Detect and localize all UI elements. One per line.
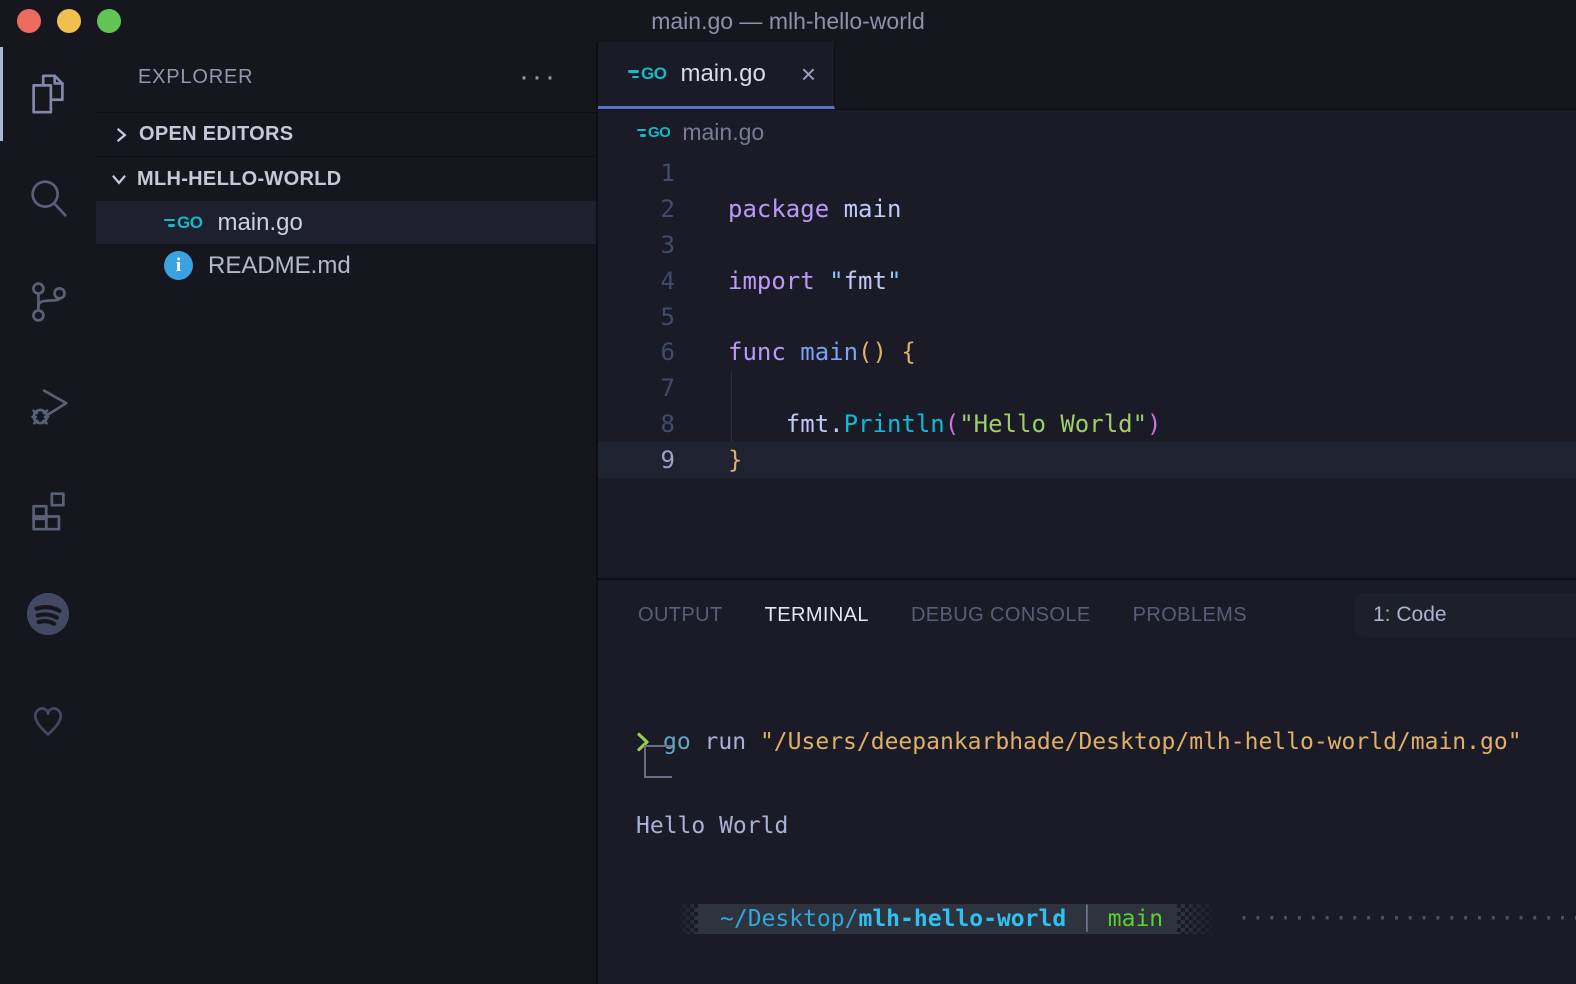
line-number: 9: [660, 446, 675, 475]
file-name: main.go: [217, 208, 303, 236]
activity-source-control[interactable]: [0, 250, 96, 354]
bottom-panel: OUTPUT TERMINAL DEBUG CONSOLE PROBLEMS 1: C…: [598, 578, 1576, 984]
line-text: fmt.Println("Hello World"): [728, 410, 1162, 439]
code-line[interactable]: 9}: [598, 442, 1576, 479]
window-title: main.go — mlh-hello-world: [651, 7, 925, 34]
panel-tab-terminal[interactable]: TERMINAL: [765, 604, 869, 627]
line-text: import "fmt": [728, 266, 902, 295]
section-open-editors[interactable]: OPEN EDITORS: [96, 112, 596, 157]
tab-main-go[interactable]: GO main.go ×: [598, 42, 835, 109]
activity-explorer[interactable]: [0, 42, 96, 146]
chevron-right-icon: [116, 127, 127, 142]
line-number: 3: [660, 230, 675, 259]
code-line[interactable]: 8 fmt.Println("Hello World"): [598, 406, 1576, 442]
files-icon: [32, 74, 64, 114]
line-number: 8: [660, 410, 675, 439]
terminal-output-line: Hello World: [636, 813, 789, 839]
code-line[interactable]: 5: [598, 299, 1576, 335]
line-number: 1: [660, 158, 675, 187]
file-item-readme[interactable]: i README.md: [96, 244, 596, 287]
titlebar: main.go — mlh-hello-world: [0, 0, 1576, 42]
activity-spotify[interactable]: [0, 562, 96, 666]
line-number: 2: [660, 194, 675, 223]
prompt-segment: ~/Desktop/mlh-hello-world │ main: [698, 904, 1178, 934]
panel-tab-problems[interactable]: PROBLEMS: [1133, 604, 1247, 627]
line-number: 7: [660, 374, 675, 403]
source-control-icon: [32, 282, 66, 322]
panel-tab-debug-console[interactable]: DEBUG CONSOLE: [911, 604, 1091, 627]
file-name: README.md: [208, 251, 351, 279]
terminal-selector-dropdown[interactable]: 1: Code: [1355, 593, 1576, 637]
minimize-window-button[interactable]: [57, 9, 81, 33]
code-line[interactable]: 2 package main: [598, 191, 1576, 227]
heart-icon: [34, 707, 62, 736]
more-actions-icon[interactable]: ···: [519, 62, 558, 92]
activity-search[interactable]: [0, 146, 96, 250]
spotify-icon: [26, 592, 70, 636]
info-icon: i: [164, 251, 193, 280]
code-line[interactable]: 3: [598, 227, 1576, 263]
activity-run-debug[interactable]: [0, 354, 96, 458]
extensions-icon: [32, 492, 65, 531]
go-icon: GO: [637, 124, 671, 141]
editor-region: GO main.go × GO main.go 1 2 package main 3 4…: [598, 42, 1576, 984]
segment-fade-right: [1177, 904, 1226, 934]
activity-liked-songs[interactable]: [0, 666, 96, 770]
tab-label: main.go: [680, 60, 766, 87]
line-number: 6: [660, 338, 675, 367]
code-line[interactable]: 1: [598, 155, 1576, 191]
cwd-folder: mlh-hello-world: [858, 906, 1067, 932]
run-debug-icon: [31, 389, 68, 425]
line-text: func main() {: [728, 338, 916, 367]
go-icon: GO: [628, 64, 667, 84]
prompt-fill-dots: ·························: [1237, 906, 1576, 932]
go-icon: GO: [164, 213, 203, 233]
sidebar-title: EXPLORER: [138, 65, 254, 88]
terminal-command-line: go run "/Users/deepankarbhade/Desktop/ml…: [636, 728, 1576, 756]
prompt-connector: [644, 745, 672, 778]
activity-extensions[interactable]: [0, 458, 96, 562]
git-branch: main: [1107, 906, 1164, 932]
segment-fade-left: [678, 904, 698, 934]
line-number: 5: [660, 302, 675, 331]
panel-tab-output[interactable]: OUTPUT: [638, 604, 723, 627]
code-line[interactable]: 6 func main() {: [598, 334, 1576, 370]
file-item-main-go[interactable]: GO main.go: [96, 201, 596, 244]
terminal[interactable]: go run "/Users/deepankarbhade/Desktop/ml…: [598, 650, 1576, 984]
search-icon: [31, 180, 67, 217]
cwd-path: ~/Desktop/: [720, 906, 859, 932]
traffic-lights: [17, 9, 121, 33]
indent-guide: [731, 371, 732, 442]
breadcrumb[interactable]: GO main.go: [598, 110, 1576, 155]
code-line[interactable]: 4 import "fmt": [598, 263, 1576, 299]
tab-bar: GO main.go ×: [598, 42, 1576, 110]
terminal-prompt-line: ~/Desktop/mlh-hello-world │ main ·······…: [678, 902, 1576, 936]
breadcrumb-item: main.go: [682, 119, 765, 145]
activity-bar: [0, 42, 96, 984]
line-text: package main: [728, 194, 902, 223]
zoom-window-button[interactable]: [97, 9, 121, 33]
panel-header: OUTPUT TERMINAL DEBUG CONSOLE PROBLEMS 1: C…: [598, 580, 1576, 650]
close-window-button[interactable]: [17, 9, 41, 33]
line-text: }: [728, 446, 743, 475]
line-number: 4: [660, 266, 675, 295]
section-folder[interactable]: MLH-HELLO-WORLD: [96, 157, 596, 201]
explorer-sidebar: EXPLORER ··· OPEN EDITORS MLH-HELLO-WORL…: [96, 42, 598, 984]
chevron-down-icon: [112, 174, 126, 185]
vscode-window: main.go — mlh-hello-world EXPLORER ··· O…: [0, 0, 1576, 984]
close-tab-icon[interactable]: ×: [801, 61, 816, 87]
segment-separator: │: [1066, 906, 1108, 932]
code-line[interactable]: 7: [598, 370, 1576, 406]
code-editor[interactable]: 1 2 package main 3 4 import "fmt" 5 6 func main(…: [598, 155, 1576, 578]
